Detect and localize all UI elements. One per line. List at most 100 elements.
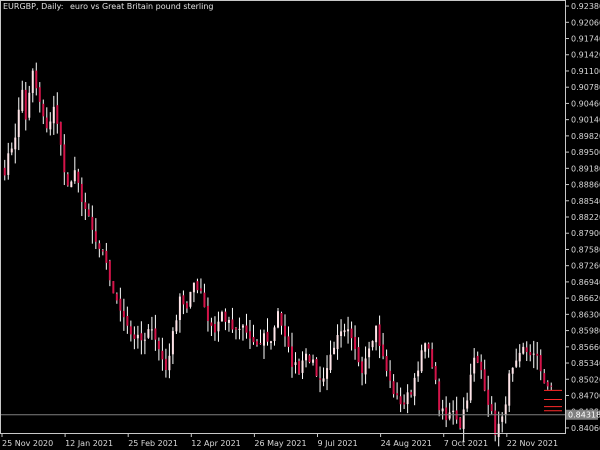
candle	[459, 417, 462, 430]
y-tick-label: 0.91420	[571, 51, 600, 60]
candle	[220, 310, 223, 322]
candle-body	[504, 404, 507, 415]
candle-body	[508, 373, 511, 406]
y-tick-label: 0.86620	[571, 294, 600, 303]
candle-body	[245, 325, 248, 333]
candle-body	[238, 328, 241, 330]
candle-body	[150, 329, 153, 331]
candle-body	[140, 333, 143, 341]
candle-body	[66, 174, 69, 186]
candle-body	[129, 326, 132, 335]
candle-body	[266, 331, 269, 342]
x-tick-label: 25 Nov 2020	[2, 439, 53, 448]
candle-body	[427, 343, 430, 349]
candle-body	[164, 358, 167, 370]
candle-body	[382, 344, 385, 357]
candle-body	[52, 106, 55, 124]
candle-body	[84, 202, 87, 209]
candle-body	[178, 296, 181, 320]
candle-body	[301, 360, 304, 373]
price-chart[interactable]: EURGBP, Daily: euro vs Great Britain pou…	[0, 0, 600, 450]
candle	[66, 172, 69, 187]
candle-body	[536, 353, 539, 356]
candle-body	[312, 359, 315, 363]
y-tick-label: 0.87580	[571, 245, 600, 254]
y-tick-label: 0.90140	[571, 116, 600, 125]
candle-body	[490, 404, 493, 412]
candle-body	[322, 378, 325, 382]
candle-body	[294, 362, 297, 365]
candle-body	[326, 368, 329, 379]
candle-body	[168, 355, 171, 371]
candle-body	[550, 385, 553, 387]
y-tick-label: 0.87900	[571, 229, 600, 238]
chart-title: EURGBP, Daily: euro vs Great Britain pou…	[3, 2, 214, 11]
candle-body	[213, 324, 216, 333]
candle-body	[420, 350, 423, 372]
candle-body	[417, 370, 420, 377]
candle-body	[10, 148, 13, 153]
candle-body	[497, 423, 500, 438]
y-tick-label: 0.91100	[571, 67, 600, 76]
candle-body	[56, 105, 59, 124]
candle-body	[255, 341, 258, 345]
candle-body	[280, 313, 283, 326]
x-tick-label: 26 May 2021	[254, 439, 306, 448]
current-price-tag: 0.84318	[566, 409, 600, 420]
candle-body	[185, 302, 188, 309]
candle-body	[42, 103, 45, 117]
candle-body	[368, 348, 371, 358]
candle-body	[252, 336, 255, 343]
y-tick-label: 0.86300	[571, 310, 600, 319]
candle-body	[522, 346, 525, 354]
candle-body	[494, 410, 497, 436]
x-tick-label: 12 Apr 2021	[191, 439, 240, 448]
candle-body	[122, 310, 125, 318]
candle-body	[399, 396, 402, 405]
candle-body	[7, 153, 10, 175]
candle-body	[63, 144, 66, 173]
y-tick-label: 0.90780	[571, 83, 600, 92]
candle-body	[28, 92, 31, 118]
candle-body	[431, 349, 434, 368]
candle-body	[476, 355, 479, 363]
x-tick-label: 7 Oct 2021	[444, 439, 488, 448]
candle-body	[14, 137, 17, 150]
candle-body	[448, 412, 451, 419]
candle-body	[518, 352, 521, 362]
candle-body	[480, 361, 483, 371]
candle-body	[189, 291, 192, 307]
candle-body	[259, 343, 262, 345]
candle-body	[206, 305, 209, 321]
y-tick-label: 0.89500	[571, 148, 600, 157]
y-tick-label: 0.85020	[571, 375, 600, 384]
y-tick-label: 0.90460	[571, 99, 600, 108]
candle-body	[336, 334, 339, 350]
y-tick-label: 0.88540	[571, 197, 600, 206]
candle-body	[277, 311, 279, 328]
candle-body	[217, 321, 220, 332]
candle-body	[231, 319, 234, 330]
x-tick-label: 12 Jan 2021	[65, 439, 113, 448]
candle-body	[315, 358, 318, 377]
candle-body	[126, 315, 129, 326]
candle-body	[389, 370, 392, 381]
y-tick-label: 0.88220	[571, 213, 600, 222]
candle-body	[59, 122, 62, 145]
candle-body	[529, 351, 532, 356]
candle-body	[31, 70, 34, 93]
candle-body	[441, 408, 444, 412]
candle-body	[354, 336, 357, 349]
candle-body	[112, 281, 115, 294]
candle-body	[287, 336, 290, 347]
candle-body	[105, 250, 108, 263]
x-tick-label: 25 Feb 2021	[128, 439, 178, 448]
candle-body	[182, 295, 185, 305]
candle-body	[375, 325, 378, 343]
candle-body	[357, 347, 360, 363]
candle-body	[73, 170, 76, 182]
candle-body	[291, 346, 294, 367]
candle-body	[424, 343, 427, 352]
candle	[112, 280, 115, 294]
candle-body	[241, 325, 244, 328]
